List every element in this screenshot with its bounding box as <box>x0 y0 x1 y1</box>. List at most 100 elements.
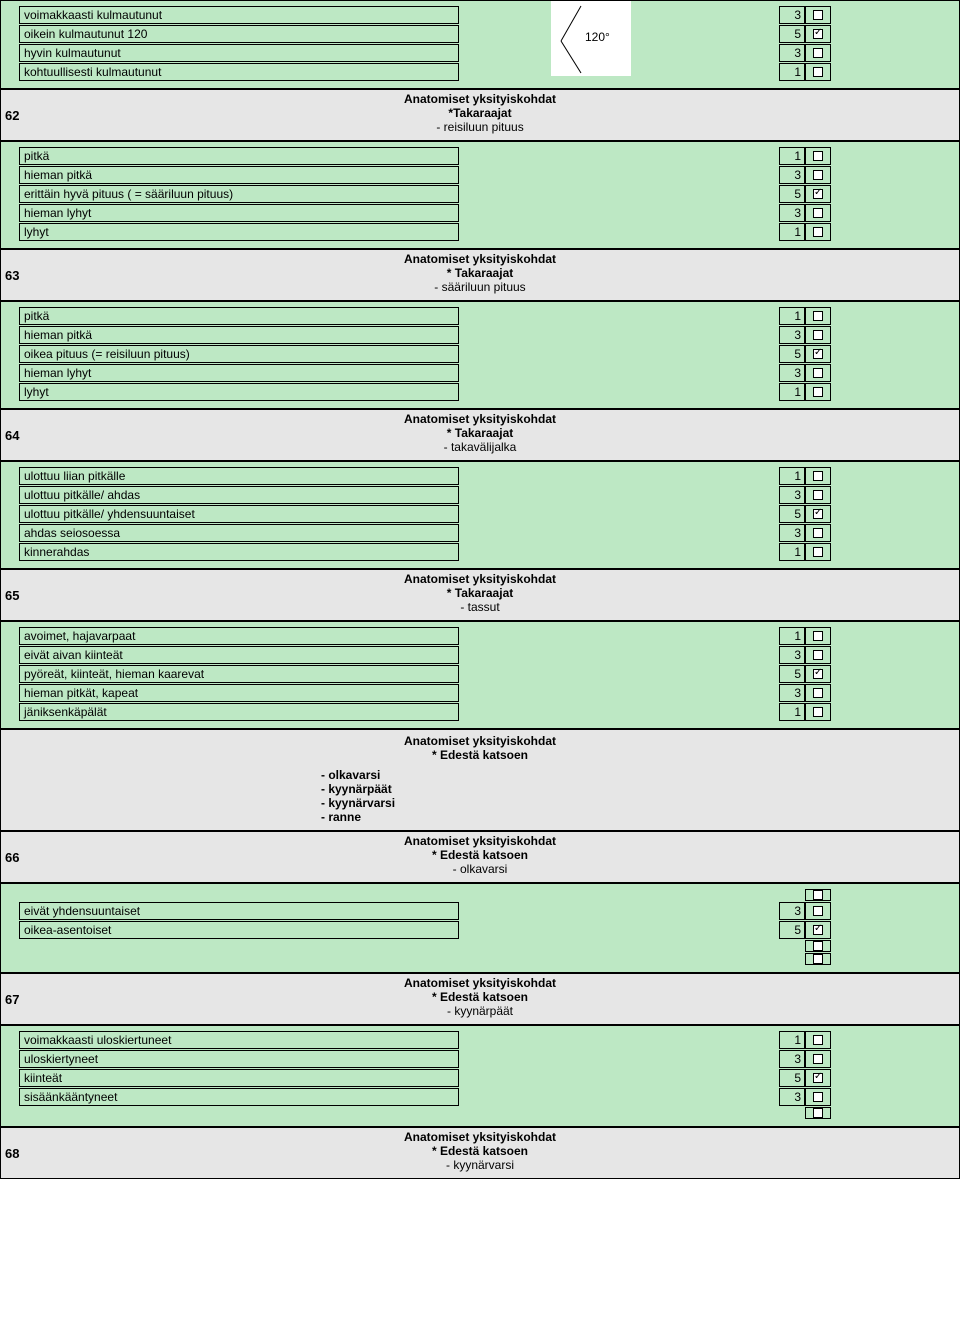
option-row: kohtuullisesti kulmautunut1 <box>19 63 941 81</box>
options-block: eivät yhdensuuntaiset3oikea-asentoiset5 <box>0 883 960 973</box>
option-check-cell <box>805 1107 831 1119</box>
option-check-cell <box>805 665 831 683</box>
option-check-cell <box>805 684 831 702</box>
header-line2: *Takaraajat <box>29 106 931 120</box>
checkbox[interactable] <box>813 906 823 916</box>
checkbox[interactable] <box>813 954 823 964</box>
header-line1: Anatomiset yksityiskohdat <box>29 92 931 106</box>
option-check-cell <box>805 166 831 184</box>
checkbox[interactable] <box>813 471 823 481</box>
checkbox[interactable] <box>813 10 823 20</box>
option-label: hieman pitkä <box>19 326 459 344</box>
checkbox[interactable] <box>813 330 823 340</box>
checkbox[interactable] <box>813 1092 823 1102</box>
option-score: 5 <box>779 185 805 203</box>
option-check-cell <box>805 486 831 504</box>
checkbox[interactable] <box>813 707 823 717</box>
checkbox[interactable] <box>813 631 823 641</box>
option-row: erittäin hyvä pituus ( = sääriluun pituu… <box>19 185 941 203</box>
option-row: kinnerahdas1 <box>19 543 941 561</box>
option-label: hyvin kulmautunut <box>19 44 459 62</box>
option-check-cell <box>805 25 831 43</box>
checkbox[interactable] <box>813 669 823 679</box>
checkbox[interactable] <box>813 1108 823 1118</box>
section-header: 68Anatomiset yksityiskohdat* Edestä kats… <box>0 1127 960 1179</box>
option-label-empty <box>19 889 459 901</box>
option-score: 3 <box>779 524 805 542</box>
header-line1: Anatomiset yksityiskohdat <box>29 412 931 426</box>
option-check-cell <box>805 6 831 24</box>
checkbox[interactable] <box>813 311 823 321</box>
option-check-cell <box>805 524 831 542</box>
option-label: lyhyt <box>19 383 459 401</box>
checkbox[interactable] <box>813 925 823 935</box>
option-label: ulottuu pitkälle/ ahdas <box>19 486 459 504</box>
option-rows-container: voimakkaasti kulmautunut3oikein kulmautu… <box>19 6 941 81</box>
options-block: ulottuu liian pitkälle1ulottuu pitkälle/… <box>0 461 960 569</box>
option-row: voimakkaasti kulmautunut3 <box>19 6 941 24</box>
option-score: 1 <box>779 467 805 485</box>
header-line1: Anatomiset yksityiskohdat <box>29 252 931 266</box>
checkbox[interactable] <box>813 890 823 900</box>
checkbox[interactable] <box>813 368 823 378</box>
option-label: pyöreät, kiinteät, hieman kaarevat <box>19 665 459 683</box>
option-row: avoimet, hajavarpaat1 <box>19 627 941 645</box>
option-row: eivät aivan kiinteät3 <box>19 646 941 664</box>
front-list-item: - kyynärpäät <box>321 782 395 796</box>
option-check-cell <box>805 940 831 952</box>
option-score: 3 <box>779 326 805 344</box>
checkbox[interactable] <box>813 227 823 237</box>
checkbox[interactable] <box>813 688 823 698</box>
option-row: lyhyt 1 <box>19 383 941 401</box>
checkbox[interactable] <box>813 208 823 218</box>
option-score: 5 <box>779 505 805 523</box>
option-score: 1 <box>779 627 805 645</box>
checkbox[interactable] <box>813 349 823 359</box>
option-check-cell <box>805 1031 831 1049</box>
header-line3: - kyynärpäät <box>29 1004 931 1018</box>
option-row: hieman pitkät, kapeat3 <box>19 684 941 702</box>
checkbox[interactable] <box>813 547 823 557</box>
checkbox[interactable] <box>813 1035 823 1045</box>
checkbox[interactable] <box>813 48 823 58</box>
option-score: 3 <box>779 166 805 184</box>
checkbox[interactable] <box>813 29 823 39</box>
checkbox[interactable] <box>813 650 823 660</box>
option-row: ulottuu pitkälle/ ahdas3 <box>19 486 941 504</box>
checkbox[interactable] <box>813 1073 823 1083</box>
checkbox[interactable] <box>813 509 823 519</box>
checkbox[interactable] <box>813 189 823 199</box>
checkbox[interactable] <box>813 170 823 180</box>
section-header: 65Anatomiset yksityiskohdat* Takaraajat-… <box>0 569 960 621</box>
header-line3: - reisiluun pituus <box>29 120 931 134</box>
checkbox[interactable] <box>813 941 823 951</box>
option-row: pitkä1 <box>19 147 941 165</box>
option-score: 1 <box>779 383 805 401</box>
option-label-empty <box>19 1107 459 1119</box>
option-label: eivät aivan kiinteät <box>19 646 459 664</box>
section-number: 62 <box>1 108 29 123</box>
option-row: jäniksenkäpälät1 <box>19 703 941 721</box>
option-row: ulottuu pitkälle/ yhdensuuntaiset5 <box>19 505 941 523</box>
checkbox[interactable] <box>813 1054 823 1064</box>
checkbox[interactable] <box>813 151 823 161</box>
option-score: 1 <box>779 1031 805 1049</box>
option-check-cell <box>805 543 831 561</box>
option-check-cell <box>805 646 831 664</box>
checkbox[interactable] <box>813 490 823 500</box>
option-check-cell <box>805 1069 831 1087</box>
option-label: ahdas seiosoessa <box>19 524 459 542</box>
checkbox[interactable] <box>813 528 823 538</box>
option-label: eivät yhdensuuntaiset <box>19 902 459 920</box>
header-line2: * Takaraajat <box>29 266 931 280</box>
checkbox[interactable] <box>813 67 823 77</box>
option-check-cell <box>805 63 831 81</box>
header-line2: * Edestä katsoen <box>29 990 931 1004</box>
header-front-list: - olkavarsi- kyynärpäät- kyynärvarsi- ra… <box>321 768 395 824</box>
header-line2: * Takaraajat <box>29 426 931 440</box>
checkbox[interactable] <box>813 387 823 397</box>
section-header: 63Anatomiset yksityiskohdat* Takaraajat-… <box>0 249 960 301</box>
option-score: 1 <box>779 147 805 165</box>
option-check-cell <box>805 147 831 165</box>
header-line2: * Edestä katsoen <box>29 848 931 862</box>
